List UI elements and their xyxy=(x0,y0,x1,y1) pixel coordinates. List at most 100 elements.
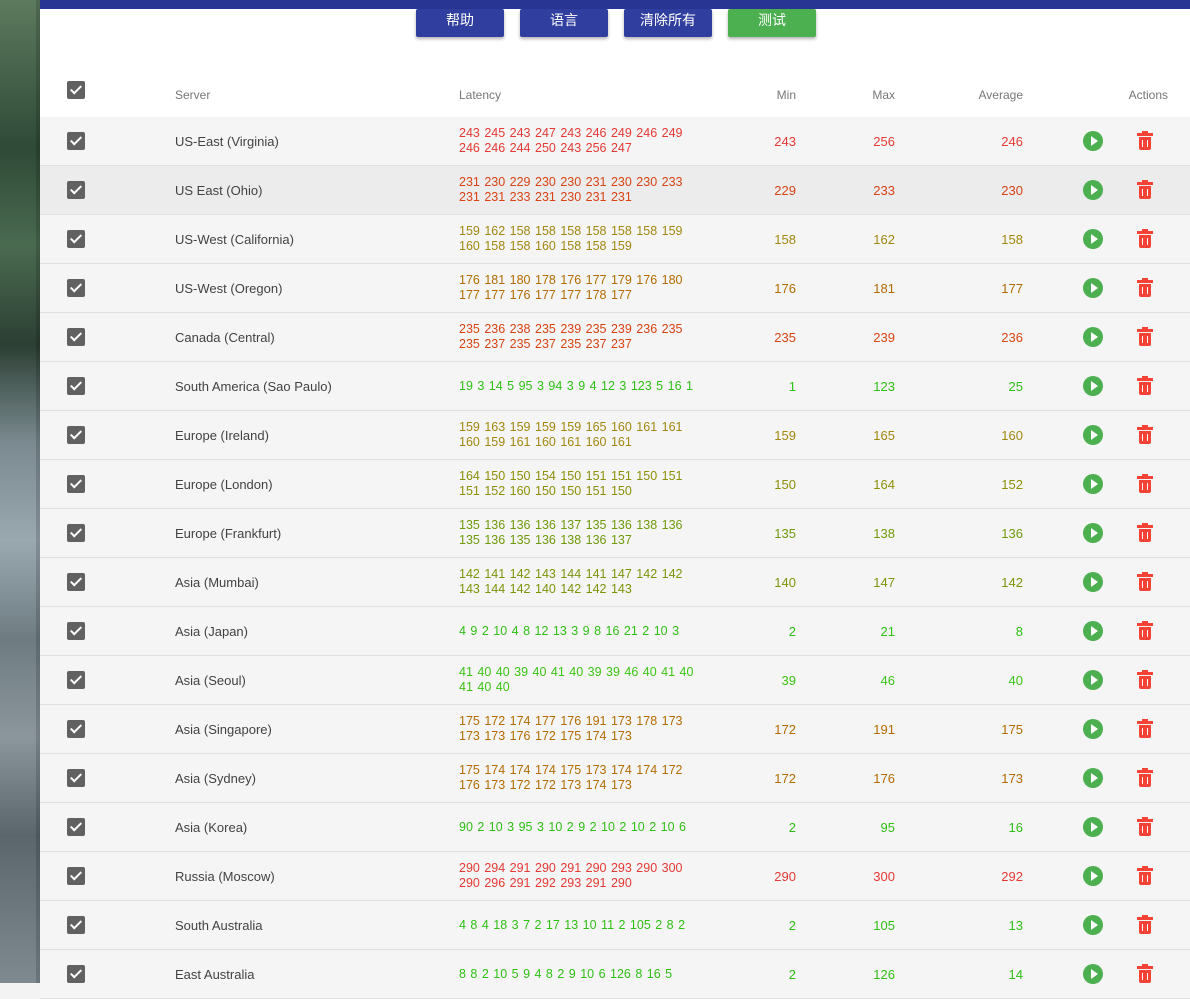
clear-all-button[interactable]: 清除所有 xyxy=(624,9,712,37)
table-row[interactable]: South America (Sao Paulo) 19 3 14 5 95 3 … xyxy=(40,362,1190,411)
row-checkbox[interactable] xyxy=(67,671,85,689)
trash-icon[interactable] xyxy=(1137,180,1153,200)
header-max[interactable]: Max xyxy=(872,88,895,102)
play-circle-icon[interactable] xyxy=(1083,131,1103,151)
table-row[interactable]: Asia (Seoul) 41 40 40 39 40 41 40 39 39 4… xyxy=(40,656,1190,705)
header-server[interactable]: Server xyxy=(175,88,210,102)
max-latency: 256 xyxy=(873,134,895,149)
latency-values: 4 8 4 18 3 7 2 17 13 10 11 2 105 2 8 2 xyxy=(459,918,686,932)
latency-values: 243 245 243 247 243 246 249 246 249 246 … xyxy=(459,126,683,155)
row-checkbox[interactable] xyxy=(67,622,85,640)
latency-values: 4 9 2 10 4 8 12 13 3 9 8 16 21 2 10 3 xyxy=(459,624,680,638)
row-checkbox[interactable] xyxy=(67,377,85,395)
trash-icon[interactable] xyxy=(1137,670,1153,690)
server-name: Asia (Sydney) xyxy=(175,771,256,786)
select-all-checkbox[interactable] xyxy=(67,81,85,99)
table-row[interactable]: Russia (Moscow) 290 294 291 290 291 290 2… xyxy=(40,852,1190,901)
average-latency: 292 xyxy=(1001,869,1023,884)
play-circle-icon[interactable] xyxy=(1083,180,1103,200)
play-circle-icon[interactable] xyxy=(1083,670,1103,690)
table-row[interactable]: US-West (Oregon) 176 181 180 178 176 177 … xyxy=(40,264,1190,313)
trash-icon[interactable] xyxy=(1137,425,1153,445)
trash-icon[interactable] xyxy=(1137,817,1153,837)
row-checkbox[interactable] xyxy=(67,426,85,444)
table-row[interactable]: Canada (Central) 235 236 238 235 239 235 … xyxy=(40,313,1190,362)
play-circle-icon[interactable] xyxy=(1083,621,1103,641)
trash-icon[interactable] xyxy=(1137,376,1153,396)
latency-values: 290 294 291 290 291 290 293 290 300 290 … xyxy=(459,861,683,890)
play-circle-icon[interactable] xyxy=(1083,474,1103,494)
max-latency: 164 xyxy=(873,477,895,492)
trash-icon[interactable] xyxy=(1137,915,1153,935)
trash-icon[interactable] xyxy=(1137,327,1153,347)
table-row[interactable]: Europe (Frankfurt) 135 136 136 136 137 13… xyxy=(40,509,1190,558)
play-circle-icon[interactable] xyxy=(1083,866,1103,886)
average-latency: 246 xyxy=(1001,134,1023,149)
trash-icon[interactable] xyxy=(1137,621,1153,641)
table-row[interactable]: South Australia 4 8 4 18 3 7 2 17 13 10 1… xyxy=(40,901,1190,950)
table-row[interactable]: US-East (Virginia) 243 245 243 247 243 24… xyxy=(40,117,1190,166)
table-row[interactable]: Asia (Japan) 4 9 2 10 4 8 12 13 3 9 8 16 … xyxy=(40,607,1190,656)
play-circle-icon[interactable] xyxy=(1083,327,1103,347)
play-circle-icon[interactable] xyxy=(1083,229,1103,249)
trash-icon[interactable] xyxy=(1137,866,1153,886)
row-checkbox[interactable] xyxy=(67,965,85,983)
table-row[interactable]: Europe (Ireland) 159 163 159 159 159 165 … xyxy=(40,411,1190,460)
row-checkbox[interactable] xyxy=(67,916,85,934)
row-checkbox[interactable] xyxy=(67,818,85,836)
trash-icon[interactable] xyxy=(1137,131,1153,151)
max-latency: 126 xyxy=(873,967,895,982)
average-latency: 230 xyxy=(1001,183,1023,198)
row-checkbox[interactable] xyxy=(67,720,85,738)
max-latency: 95 xyxy=(880,820,895,835)
header-latency[interactable]: Latency xyxy=(459,88,501,102)
play-circle-icon[interactable] xyxy=(1083,572,1103,592)
play-circle-icon[interactable] xyxy=(1083,376,1103,396)
average-latency: 175 xyxy=(1001,722,1023,737)
trash-icon[interactable] xyxy=(1137,278,1153,298)
header-min[interactable]: Min xyxy=(777,88,796,102)
table-row[interactable]: Asia (Mumbai) 142 141 142 143 144 141 147… xyxy=(40,558,1190,607)
latency-values: 159 162 158 158 158 158 158 158 159 160 … xyxy=(459,224,683,253)
row-checkbox[interactable] xyxy=(67,573,85,591)
trash-icon[interactable] xyxy=(1137,768,1153,788)
trash-icon[interactable] xyxy=(1137,572,1153,592)
row-checkbox[interactable] xyxy=(67,328,85,346)
trash-icon[interactable] xyxy=(1137,523,1153,543)
help-button[interactable]: 帮助 xyxy=(416,9,504,37)
play-circle-icon[interactable] xyxy=(1083,425,1103,445)
average-latency: 8 xyxy=(1015,624,1023,639)
table-row[interactable]: Asia (Sydney) 175 174 174 174 175 173 174… xyxy=(40,754,1190,803)
play-circle-icon[interactable] xyxy=(1083,278,1103,298)
test-button[interactable]: 测试 xyxy=(728,9,816,37)
header-average[interactable]: Average xyxy=(979,88,1023,102)
row-checkbox[interactable] xyxy=(67,475,85,493)
row-checkbox[interactable] xyxy=(67,524,85,542)
row-checkbox[interactable] xyxy=(67,181,85,199)
row-checkbox[interactable] xyxy=(67,867,85,885)
table-row[interactable]: Asia (Singapore) 175 172 174 177 176 191 … xyxy=(40,705,1190,754)
trash-icon[interactable] xyxy=(1137,719,1153,739)
play-circle-icon[interactable] xyxy=(1083,523,1103,543)
table-row[interactable]: US East (Ohio) 231 230 229 230 230 231 23… xyxy=(40,166,1190,215)
play-circle-icon[interactable] xyxy=(1083,964,1103,984)
trash-icon[interactable] xyxy=(1137,229,1153,249)
min-latency: 235 xyxy=(774,330,796,345)
play-circle-icon[interactable] xyxy=(1083,768,1103,788)
row-checkbox[interactable] xyxy=(67,769,85,787)
play-circle-icon[interactable] xyxy=(1083,817,1103,837)
table-row[interactable]: East Australia 8 8 2 10 5 9 4 8 2 9 10 6 … xyxy=(40,950,1190,999)
play-circle-icon[interactable] xyxy=(1083,915,1103,935)
average-latency: 177 xyxy=(1001,281,1023,296)
row-checkbox[interactable] xyxy=(67,279,85,297)
row-checkbox[interactable] xyxy=(67,132,85,150)
average-latency: 236 xyxy=(1001,330,1023,345)
row-checkbox[interactable] xyxy=(67,230,85,248)
table-row[interactable]: Asia (Korea) 90 2 10 3 95 3 10 2 9 2 10 2… xyxy=(40,803,1190,852)
trash-icon[interactable] xyxy=(1137,474,1153,494)
table-row[interactable]: US-West (California) 159 162 158 158 158 … xyxy=(40,215,1190,264)
table-row[interactable]: Europe (London) 164 150 150 154 150 151 1… xyxy=(40,460,1190,509)
language-button[interactable]: 语言 xyxy=(520,9,608,37)
play-circle-icon[interactable] xyxy=(1083,719,1103,739)
trash-icon[interactable] xyxy=(1137,964,1153,984)
